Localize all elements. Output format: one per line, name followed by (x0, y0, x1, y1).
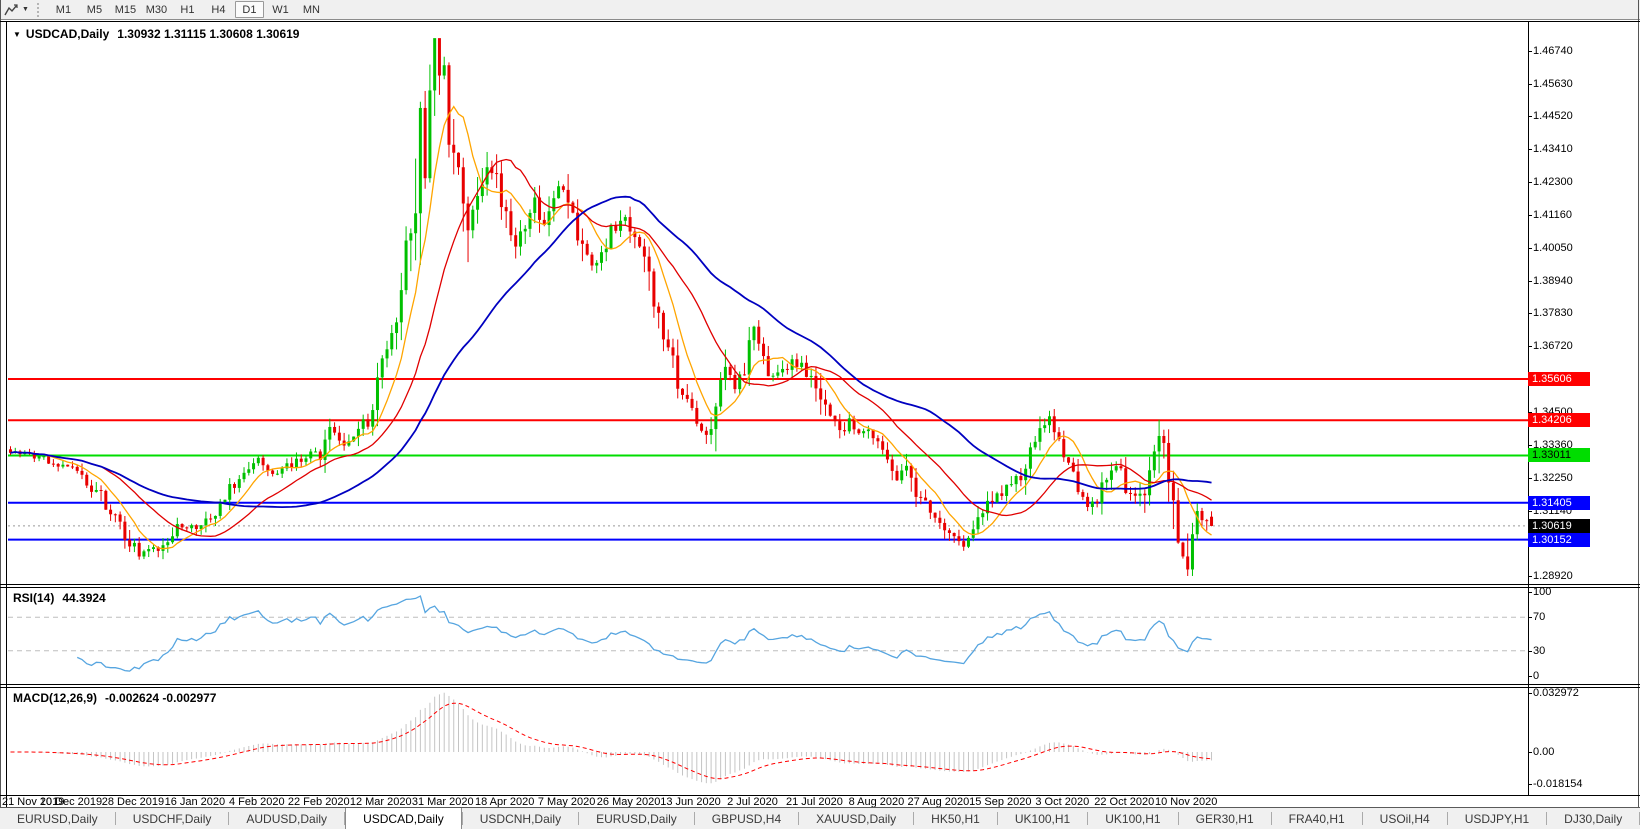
price-level-label: 1.34206 (1528, 413, 1590, 428)
rsi-axis-tickmark (1528, 676, 1532, 677)
price-axis-tickmark (1528, 83, 1532, 85)
price-level-label: 1.30619 (1528, 518, 1590, 533)
chart-ohlc-values: 1.30932 1.31115 1.30608 1.30619 (117, 27, 300, 41)
toolbar-grip-handle[interactable] (36, 2, 42, 17)
tab-item-usdchf[interactable]: USDCHF,Daily (116, 808, 229, 829)
macd-separator-top (0, 684, 1640, 685)
rsi-axis-tickmark (1528, 650, 1532, 652)
price-axis-tickmark (1528, 445, 1532, 447)
timeframe-button-mn[interactable]: MN (297, 1, 326, 18)
chart-tabs: EURUSD,Daily USDCHF,Daily AUDUSD,Daily USDC… (0, 808, 1640, 829)
date-axis: 21 Nov 2019 10 Dec 2019 28 Dec 2019 16 Jan … (0, 796, 1640, 808)
chart-title: ▼ USDCAD,Daily 1.30932 1.31115 1.30608 1.3… (13, 27, 299, 41)
price-axis-tick: 1.32250 (1533, 471, 1573, 484)
macd-axis-tickmark (1528, 784, 1532, 786)
timeframe-toolbar: ▼ M1 M5 M15 M30 H1 H4 D1 W1 MN (0, 0, 1640, 20)
timeframe-button-m30[interactable]: M30 (142, 1, 171, 18)
chart-line-tool-icon[interactable] (3, 2, 21, 18)
price-axis-tick: 1.43410 (1533, 143, 1573, 156)
rsi-panel-label: RSI(14) 44.3924 (13, 591, 106, 605)
chart-tool-dropdown-caret[interactable]: ▼ (22, 6, 29, 13)
chart-tab-bar: EURUSD,Daily USDCHF,Daily AUDUSD,Daily USDC… (0, 807, 1640, 829)
price-axis-tickmark (1528, 575, 1532, 577)
macd-axis-tick: 0.032972 (1533, 687, 1579, 699)
price-axis-tickmark (1528, 313, 1532, 315)
rsi-axis-tick: 0 (1533, 670, 1540, 682)
rsi-indicator-name: RSI(14) (13, 591, 55, 605)
tab-item-fra40[interactable]: FRA40,H1 (1272, 808, 1362, 829)
price-axis-tickmark (1528, 510, 1532, 512)
macd-axis-tickmark (1528, 752, 1532, 753)
rsi-axis-tickmark (1528, 617, 1532, 619)
rsi-axis-tick: 30 (1533, 644, 1546, 657)
price-axis-tick: 1.44520 (1533, 110, 1573, 123)
macd-axis-tickmark (1528, 693, 1532, 694)
chart-symbol-label: USDCAD,Daily (25, 27, 110, 41)
price-axis-tick: 1.41160 (1533, 209, 1572, 222)
price-axis-tickmark (1528, 280, 1532, 282)
tab-item-usdjpy[interactable]: USDJPY,H1 (1448, 808, 1546, 829)
macd-axis-tick: 0.00 (1533, 746, 1555, 758)
window-right-edge (1638, 0, 1639, 829)
rsi-value: 44.3924 (62, 591, 106, 605)
macd-separator-bottom (0, 687, 1640, 688)
price-level-label: 1.33011 (1528, 448, 1590, 463)
chart-left-border (6, 21, 7, 829)
timeframe-button-m15[interactable]: M15 (111, 1, 140, 18)
window-left-edge (0, 0, 1, 829)
macd-panel-label: MACD(12,26,9) -0.002624 -0.002977 (13, 691, 216, 705)
rsi-axis-tick: 100 (1533, 586, 1552, 598)
price-axis-tick: 1.46740 (1533, 45, 1573, 57)
timeframe-button-w1[interactable]: W1 (266, 1, 295, 18)
price-level-label: 1.30152 (1528, 532, 1590, 547)
price-axis-tick: 1.40050 (1533, 242, 1573, 255)
tab-item-audusd[interactable]: AUDUSD,Daily (229, 808, 344, 829)
timeframe-buttons: M1 M5 M15 M30 H1 H4 D1 W1 MN (48, 1, 327, 18)
price-axis-border (1528, 21, 1529, 795)
price-axis-tickmark (1528, 248, 1532, 250)
tab-item-uk100[interactable]: UK100,H1 (998, 808, 1087, 829)
macd-values: -0.002624 -0.002977 (105, 691, 217, 705)
trading-terminal: ▼ M1 M5 M15 M30 H1 H4 D1 W1 MN ▼ USDCAD,Daily 1.30… (0, 0, 1640, 829)
tab-item-usdcnh[interactable]: USDCNH,Daily (463, 808, 578, 829)
price-axis-tickmark (1528, 181, 1532, 183)
tab-item-ger30[interactable]: GER30,H1 (1179, 808, 1271, 829)
price-axis-tick: 1.38940 (1533, 274, 1573, 287)
price-axis-tick: 1.28920 (1533, 569, 1573, 582)
rsi-separator-bottom (0, 587, 1640, 588)
timeframe-button-m1[interactable]: M1 (49, 1, 78, 18)
price-axis-tickmark (1528, 346, 1532, 348)
macd-indicator-name: MACD(12,26,9) (13, 691, 98, 705)
timeframe-button-h1[interactable]: H1 (173, 1, 202, 18)
timeframe-button-h4[interactable]: H4 (204, 1, 233, 18)
tab-item-eurusd[interactable]: EURUSD,Daily (579, 808, 694, 829)
timeframe-button-d1[interactable]: D1 (234, 1, 264, 18)
price-axis-tick: 1.42300 (1533, 175, 1573, 188)
price-level-label: 1.31405 (1528, 495, 1590, 510)
tab-item-dj30[interactable]: DJ30,Daily (1547, 808, 1639, 829)
tab-item-usdcad[interactable]: USDCAD,Daily (345, 808, 462, 829)
rsi-separator-top (0, 584, 1640, 585)
price-axis-tick: 1.45630 (1533, 77, 1573, 90)
price-axis-tick: 1.37830 (1533, 307, 1573, 320)
tab-item-eurusd[interactable]: EURUSD,Daily (0, 808, 115, 829)
rsi-axis-tick: 70 (1533, 611, 1546, 624)
rsi-axis-tickmark (1528, 592, 1532, 593)
macd-axis-tick: -0.018154 (1533, 778, 1583, 791)
chart-canvas[interactable] (8, 21, 1527, 584)
price-axis-tickmark (1528, 116, 1532, 118)
tab-item-uk100[interactable]: UK100,H1 (1088, 808, 1177, 829)
price-axis-tick: 1.36720 (1533, 340, 1573, 353)
tab-item-gbpusd[interactable]: GBPUSD,H4 (695, 808, 798, 829)
price-axis-tickmark (1528, 149, 1532, 151)
tab-item-xauusd[interactable]: XAUUSD,Daily (799, 808, 913, 829)
timeframe-button-m5[interactable]: M5 (80, 1, 109, 18)
price-axis-tickmark (1528, 51, 1532, 52)
price-axis-tickmark (1528, 215, 1532, 217)
tab-item-usoil[interactable]: USOil,H4 (1363, 808, 1447, 829)
price-axis-tickmark (1528, 477, 1532, 479)
price-level-label: 1.35606 (1528, 372, 1590, 386)
chart-collapse-icon[interactable]: ▼ (13, 30, 21, 39)
tab-item-hk50[interactable]: HK50,H1 (914, 808, 997, 829)
